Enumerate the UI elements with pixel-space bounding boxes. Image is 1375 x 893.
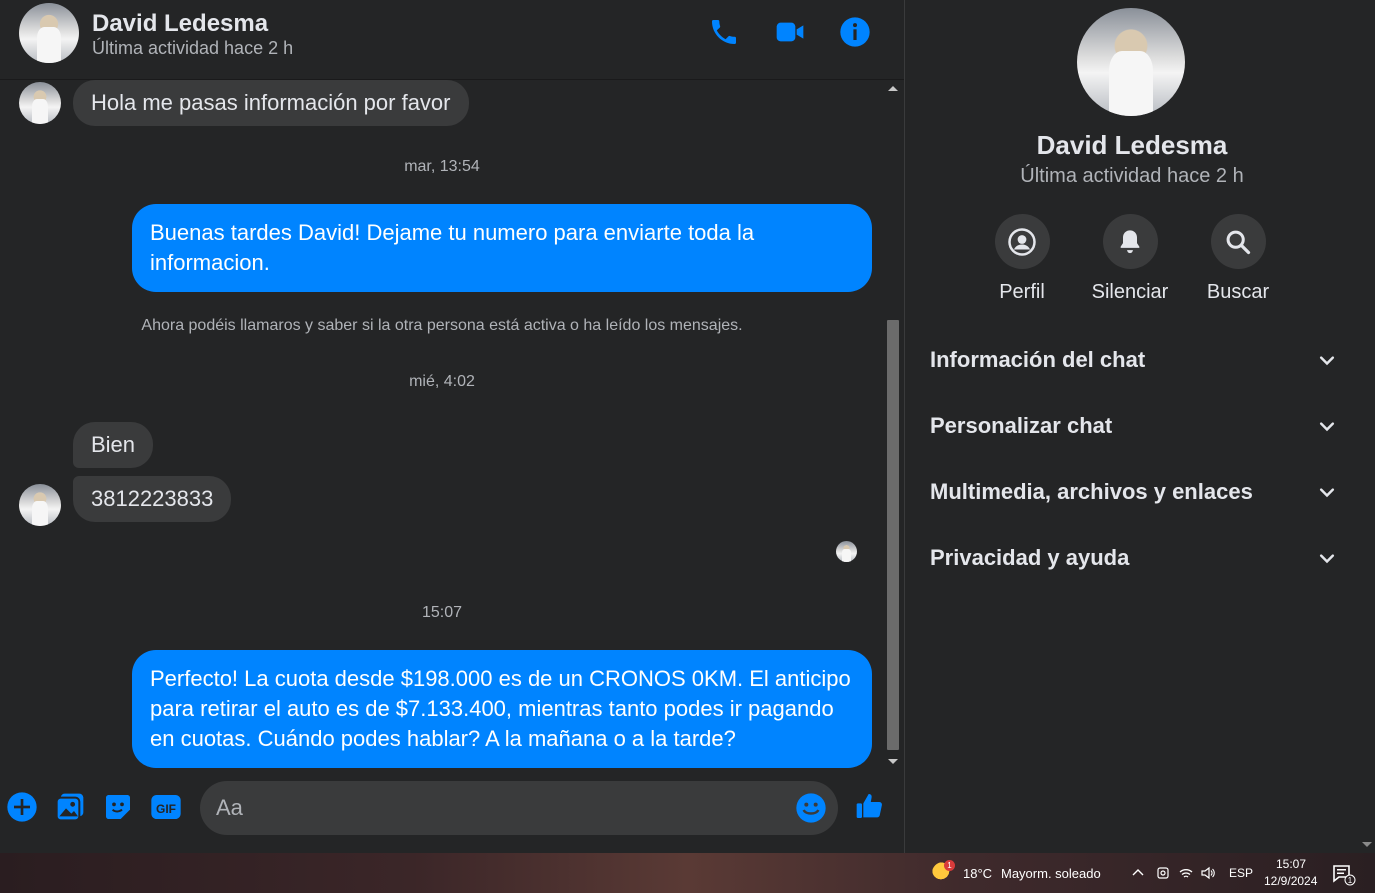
message-input[interactable] [216, 781, 776, 835]
contact-status: Última actividad hace 2 h [92, 38, 294, 58]
gif-icon[interactable]: GIF [150, 791, 182, 823]
contact-name[interactable]: David Ledesma [92, 10, 268, 38]
section-title: Multimedia, archivos y enlaces [930, 479, 1253, 504]
message-scrollbar[interactable] [884, 80, 902, 770]
notification-center-icon[interactable]: 1 [1330, 861, 1356, 887]
weather-temperature[interactable]: 18°C [963, 866, 992, 881]
search-icon [1226, 230, 1251, 254]
chat-panel: David Ledesma Última actividad hace 2 h … [0, 0, 904, 853]
chevron-up-icon[interactable] [1130, 865, 1146, 881]
seen-indicator-avatar [836, 541, 857, 562]
profile-label: Perfil [999, 281, 1045, 303]
section-media-files-links[interactable]: Multimedia, archivos y enlaces [913, 467, 1343, 521]
panel-scrollbar[interactable] [1359, 0, 1375, 853]
sender-avatar[interactable] [19, 484, 61, 526]
input-language[interactable]: ESP [1229, 866, 1253, 880]
windows-taskbar: 1 18°C Mayorm. soleado ESP 15:07 12/9/20… [0, 853, 1375, 893]
weather-condition[interactable]: Mayorm. soleado [1001, 866, 1101, 881]
scroll-up-arrow[interactable] [888, 86, 898, 91]
profile-icon [1008, 227, 1036, 256]
scroll-down-arrow[interactable] [1362, 842, 1372, 847]
profile-button[interactable]: Perfil [977, 214, 1067, 304]
timestamp: 15:07 [421, 604, 463, 621]
clock-time[interactable]: 15:07 [1276, 857, 1306, 871]
timestamp: mié, 4:02 [409, 373, 475, 390]
notification-count: 1 [1348, 876, 1353, 885]
message-input-wrapper[interactable] [200, 781, 838, 835]
profile-name: David Ledesma [1036, 130, 1228, 160]
composer: GIF [0, 770, 904, 853]
clock-date[interactable]: 12/9/2024 [1264, 874, 1317, 888]
section-title: Privacidad y ayuda [930, 545, 1130, 570]
scroll-down-arrow[interactable] [888, 759, 898, 764]
incoming-message[interactable]: Hola me pasas información por favor [73, 80, 469, 126]
emoji-icon[interactable] [795, 792, 827, 824]
section-privacy-help[interactable]: Privacidad y ayuda [913, 533, 1343, 587]
section-chat-info[interactable]: Información del chat [913, 335, 1343, 389]
chat-header: David Ledesma Última actividad hace 2 h [0, 0, 904, 80]
chevron-down-icon [1319, 422, 1335, 432]
mute-label: Silenciar [1091, 281, 1169, 303]
section-title: Información del chat [930, 347, 1146, 372]
photo-icon[interactable] [54, 791, 86, 823]
chevron-down-icon [1319, 488, 1335, 498]
message-list[interactable]: Hola me pasas información por favor mar,… [0, 80, 884, 770]
outgoing-message[interactable]: Perfecto! La cuota desde $198.000 es de … [132, 650, 872, 768]
system-note: Ahora podéis llamaros y saber si la otra… [141, 317, 743, 334]
incoming-message[interactable]: 3812223833 [73, 476, 232, 522]
plus-icon[interactable] [6, 791, 38, 823]
search-label: Buscar [1206, 281, 1270, 303]
wifi-icon[interactable] [1178, 865, 1194, 881]
section-customize-chat[interactable]: Personalizar chat [913, 401, 1343, 455]
outgoing-message[interactable]: Buenas tardes David! Dejame tu numero pa… [132, 204, 872, 292]
section-title: Personalizar chat [930, 413, 1113, 438]
sticker-icon[interactable] [102, 791, 134, 823]
timestamp: mar, 13:54 [404, 158, 480, 175]
incoming-message[interactable]: Bien [73, 422, 154, 468]
video-call-icon[interactable] [774, 16, 806, 48]
like-icon[interactable] [854, 790, 886, 822]
contact-avatar[interactable] [19, 3, 79, 63]
weather-badge: 1 [944, 860, 955, 871]
messenger-app: David Ledesma Última actividad hace 2 h … [0, 0, 1375, 853]
info-icon[interactable] [839, 16, 871, 48]
camera-tray-icon[interactable] [1155, 865, 1171, 881]
chevron-down-icon [1319, 356, 1335, 366]
volume-icon[interactable] [1200, 865, 1216, 881]
mute-button[interactable]: Silenciar [1085, 214, 1175, 304]
sender-avatar[interactable] [19, 82, 61, 124]
conversation-details-panel: David Ledesma Última actividad hace 2 h … [904, 0, 1375, 853]
phone-call-icon[interactable] [708, 16, 740, 48]
bell-icon [1120, 229, 1140, 253]
svg-text:GIF: GIF [156, 802, 176, 816]
scroll-thumb[interactable] [887, 320, 899, 750]
profile-avatar[interactable] [1077, 8, 1185, 116]
chevron-down-icon [1319, 554, 1335, 564]
search-button[interactable]: Buscar [1193, 214, 1283, 304]
profile-status: Última actividad hace 2 h [1020, 165, 1244, 187]
